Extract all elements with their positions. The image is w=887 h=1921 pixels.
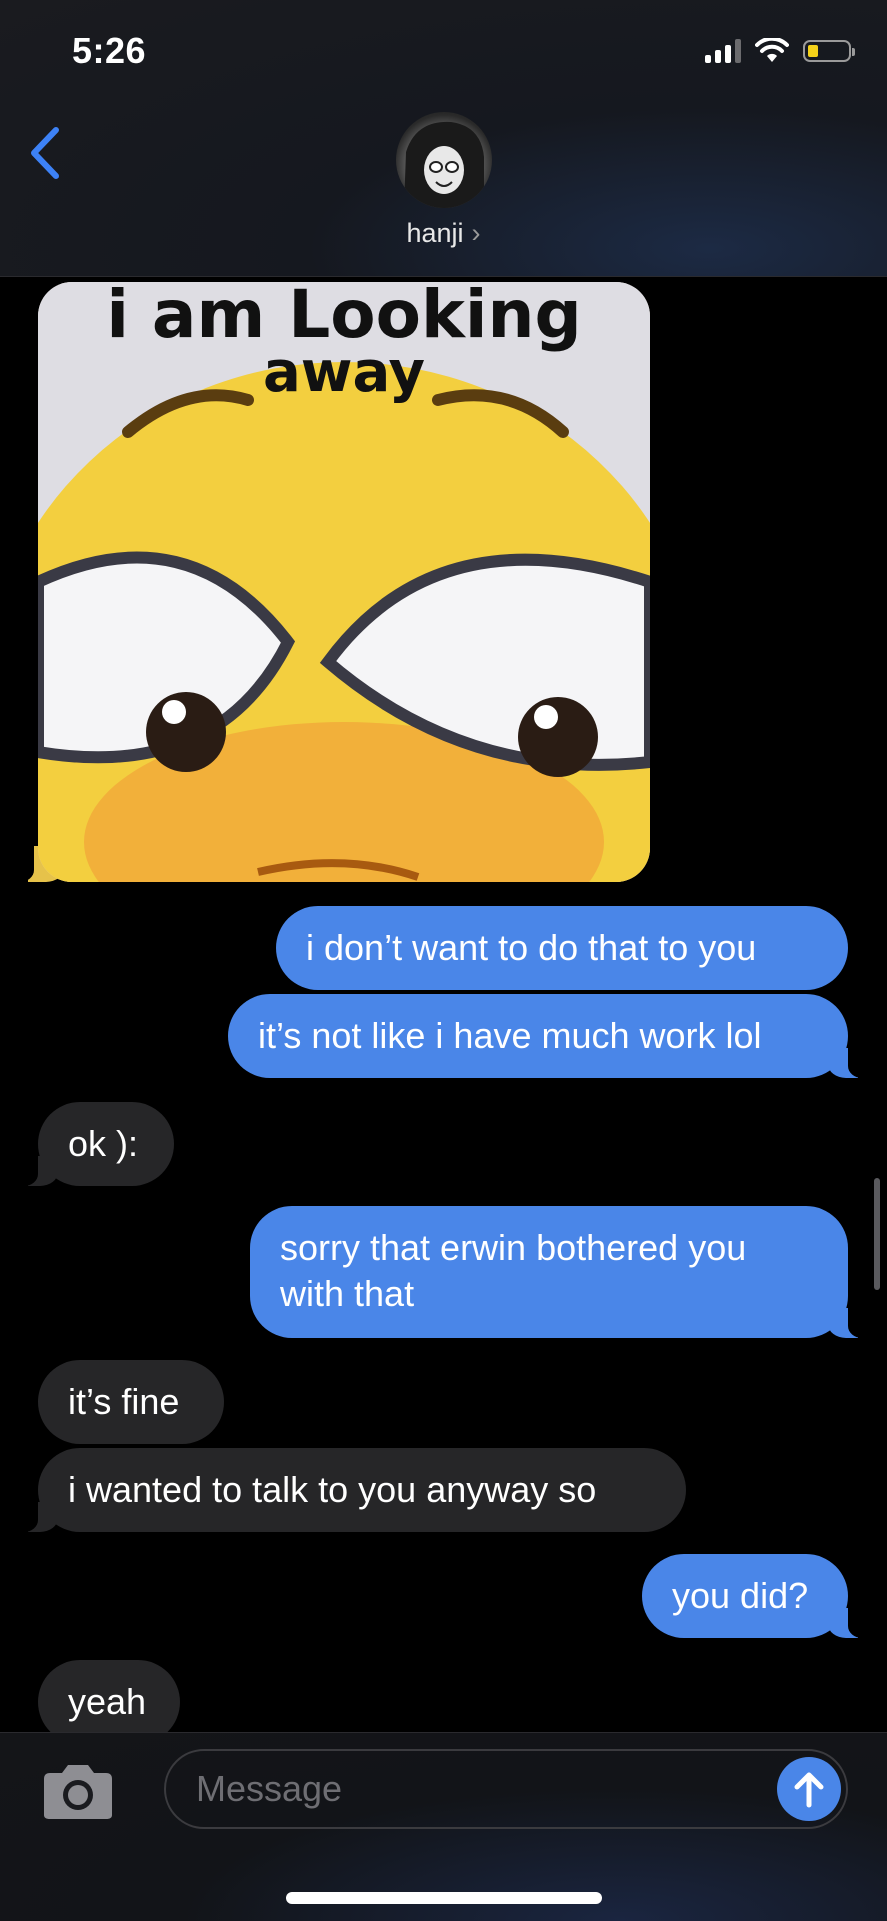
signal-icon [705, 39, 741, 63]
conversation-header: 5:26 hanji › [0, 0, 887, 277]
status-time: 5:26 [72, 30, 147, 71]
message-text: it’s fine [68, 1381, 180, 1422]
send-button[interactable] [777, 1757, 841, 1821]
contact-name[interactable]: hanji › [0, 218, 887, 249]
camera-icon[interactable] [40, 1763, 116, 1821]
message-text: it’s not like i have much work lol [258, 1015, 762, 1056]
message-input[interactable] [164, 1749, 848, 1829]
contact-name-label[interactable]: hanji [406, 218, 463, 248]
image-message[interactable]: i am Looking away [38, 282, 650, 882]
message-text: i wanted to talk to you anyway so [68, 1469, 597, 1510]
contact-chevron-icon: › [471, 218, 481, 248]
arrow-up-icon [794, 1772, 824, 1808]
message-bubble-outgoing[interactable]: you did? [642, 1554, 872, 1638]
message-text: yeah [68, 1681, 147, 1722]
avatar-image [404, 121, 484, 208]
battery-icon [803, 40, 855, 62]
back-chevron-icon[interactable] [22, 118, 72, 188]
tail-mask [12, 846, 34, 882]
wifi-icon [755, 38, 789, 62]
message-text: i don’t want to do that to you [306, 927, 757, 968]
message-bubble-outgoing[interactable]: sorry that erwin bothered you with that [250, 1206, 872, 1338]
meme-caption-line2: away [262, 340, 426, 405]
scroll-indicator[interactable] [874, 1178, 880, 1290]
message-text: sorry that erwin bothered you with that [280, 1227, 747, 1314]
message-bubble-outgoing[interactable]: it’s not like i have much work lol [228, 994, 872, 1078]
message-bubble-incoming[interactable]: it’s fine [38, 1360, 224, 1444]
message-text: you did? [672, 1575, 809, 1616]
message-text: ok ): [68, 1123, 139, 1164]
message-bubble-incoming[interactable]: ok ): [14, 1102, 174, 1186]
message-bubble-outgoing[interactable]: i don’t want to do that to you [276, 906, 848, 990]
status-icons [705, 38, 855, 64]
contact-avatar[interactable] [396, 112, 492, 208]
message-bubble-incoming[interactable]: i wanted to talk to you anyway so [14, 1448, 686, 1532]
home-indicator[interactable] [286, 1892, 602, 1904]
